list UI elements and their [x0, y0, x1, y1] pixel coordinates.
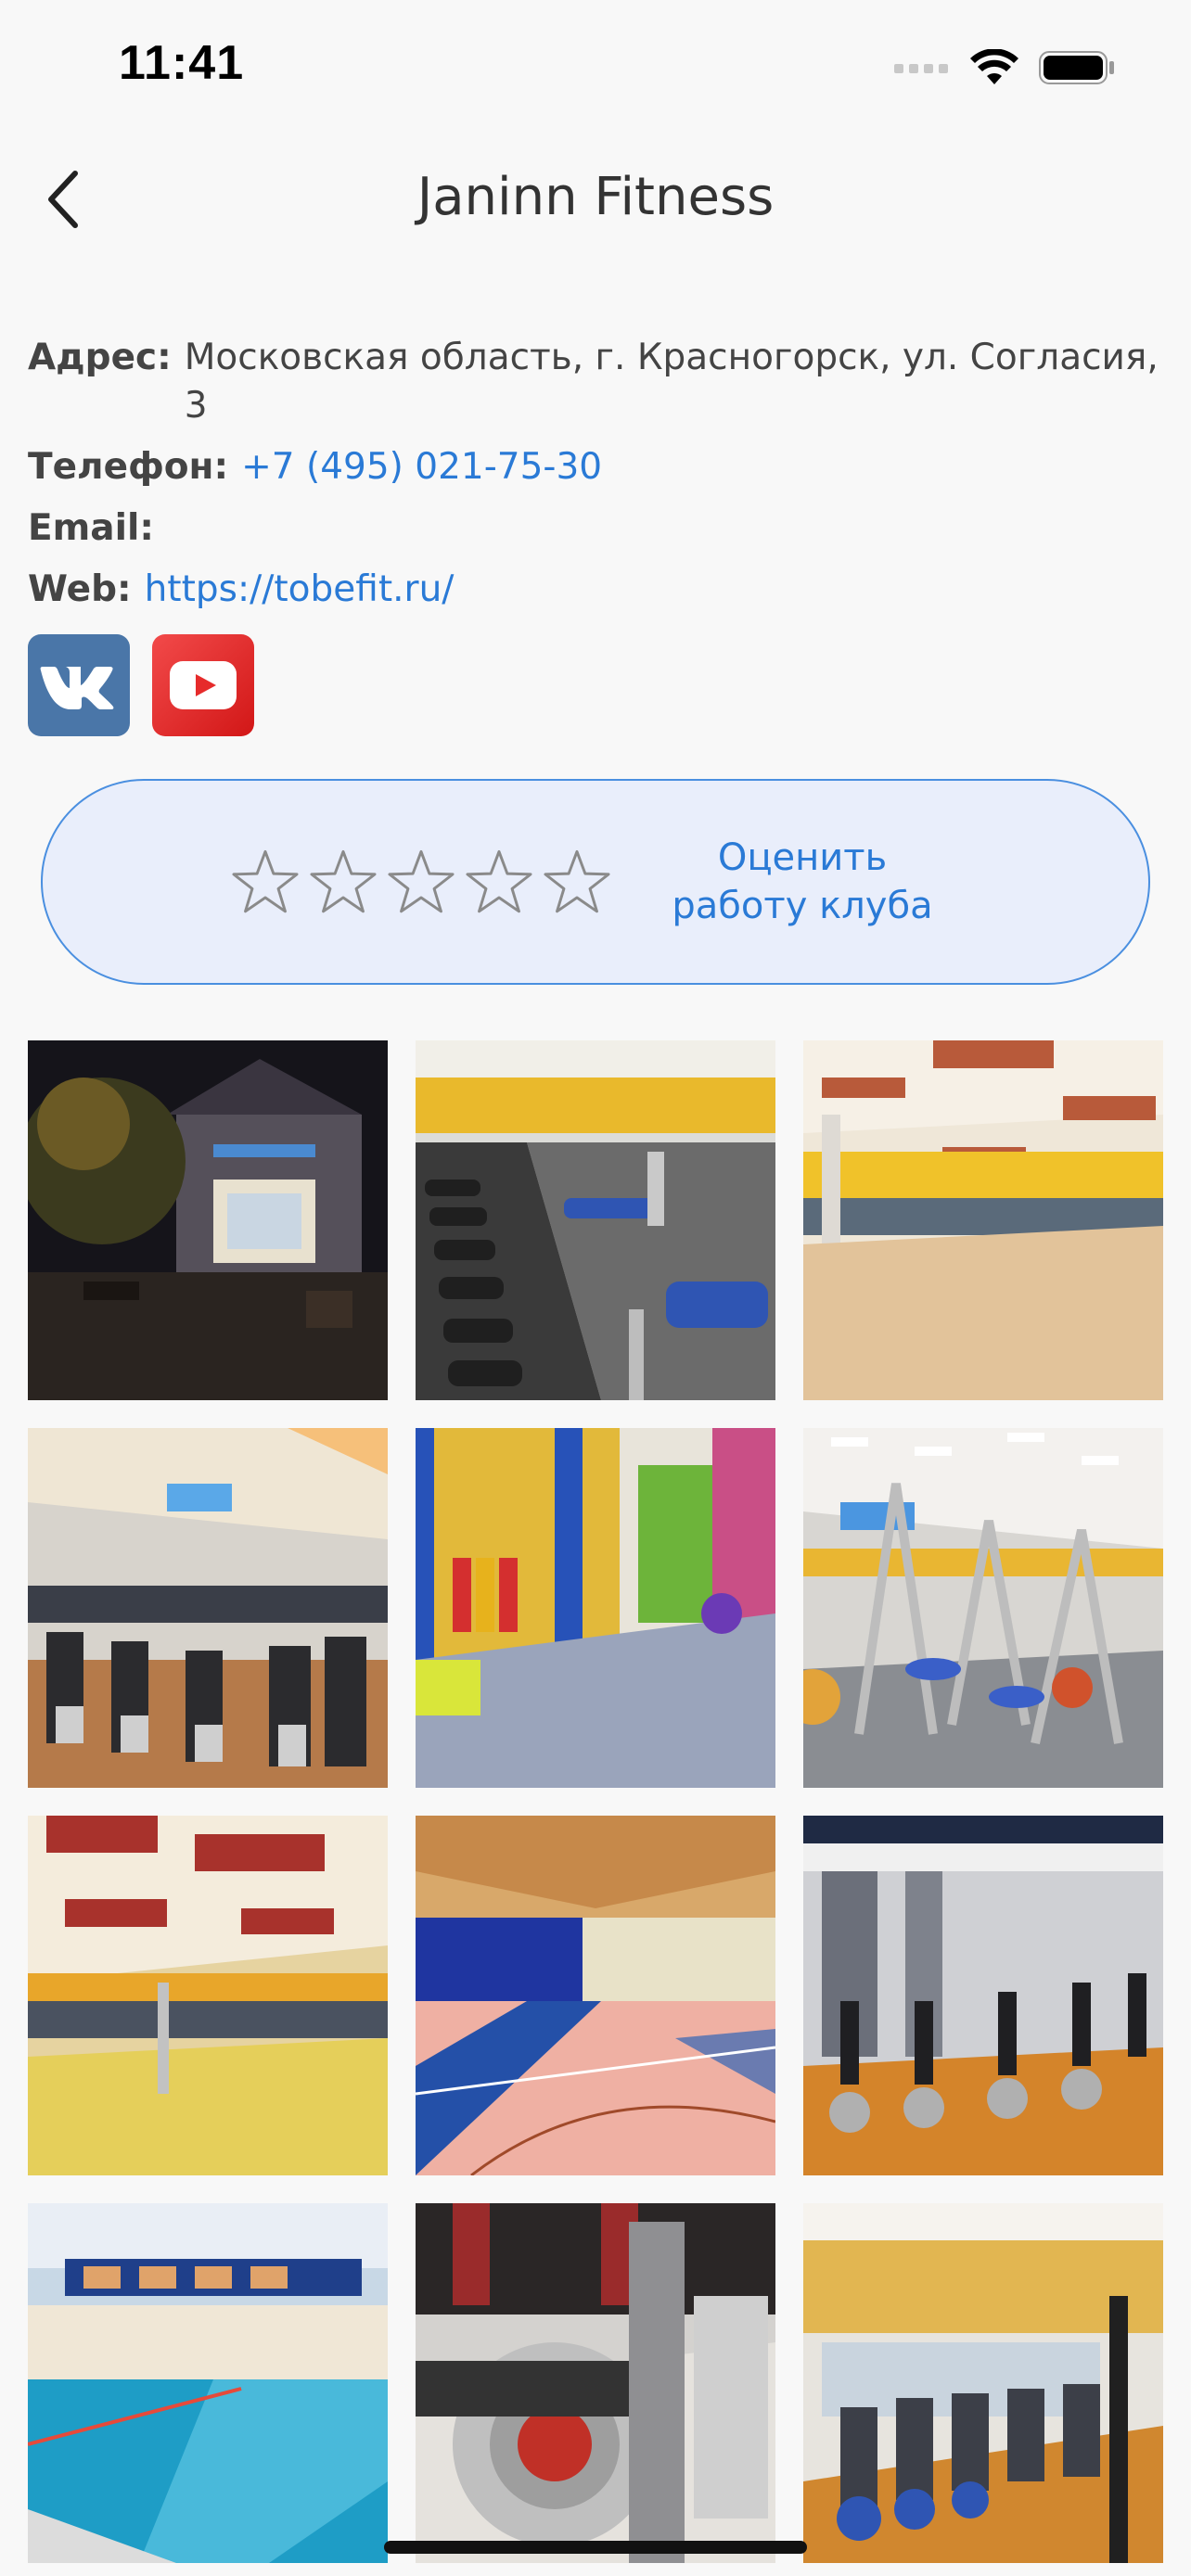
phone-link[interactable]: +7 (495) 021-75-30: [241, 443, 602, 491]
photo-swimming-pool[interactable]: [28, 2203, 388, 2563]
status-time: 11:41: [119, 36, 245, 90]
star-icon[interactable]: [543, 848, 611, 916]
address-value: Московская область, г. Красногорск, ул. …: [184, 337, 1159, 427]
photo-image: [416, 1428, 775, 1788]
email-row: Email:: [28, 504, 1178, 553]
social-links: [28, 634, 254, 736]
photo-image: [416, 2203, 775, 2563]
youtube-icon: [170, 661, 237, 709]
page-title: Janinn Fitness: [416, 167, 775, 227]
rate-club-label: Оценить работу клуба: [672, 836, 933, 927]
web-row: Web: https://tobefit.ru/: [28, 566, 1178, 614]
youtube-button[interactable]: [152, 634, 254, 736]
rate-club-button[interactable]: Оценить работу клуба: [41, 779, 1150, 985]
status-icons: [894, 45, 1115, 91]
nav-bar: Janinn Fitness: [0, 139, 1191, 260]
photo-image: [803, 1428, 1163, 1788]
photo-image: [803, 1040, 1163, 1400]
web-label: Web:: [28, 568, 132, 610]
email-label: Email:: [28, 507, 154, 549]
battery-icon: [1039, 51, 1114, 84]
photo-image: [28, 2203, 388, 2563]
photo-strength-machines-hall[interactable]: [803, 1428, 1163, 1788]
cellular-signal-icon: [894, 64, 948, 73]
photo-image: [416, 1816, 775, 2175]
photo-dumbbell-rack-room[interactable]: [416, 1040, 775, 1400]
wifi-icon: [970, 49, 1018, 84]
photo-image: [28, 1428, 388, 1788]
photo-spin-bike-closeup[interactable]: [416, 2203, 775, 2563]
photo-club-exterior-night[interactable]: [28, 1040, 388, 1400]
phone-label: Телефон:: [28, 446, 229, 488]
star-icon[interactable]: [231, 848, 300, 916]
club-info: Адрес: Московская область, г. Красногорс…: [28, 334, 1178, 627]
phone-row: Телефон: +7 (495) 021-75-30: [28, 443, 1178, 491]
status-bar: 11:41: [0, 0, 1191, 130]
photo-cardio-hall-mirrors[interactable]: [28, 1428, 388, 1788]
photo-image: [803, 2203, 1163, 2563]
photo-kids-playroom[interactable]: [416, 1428, 775, 1788]
vk-icon: [40, 667, 114, 709]
address-row: Адрес: Московская область, г. Красногорс…: [28, 334, 1178, 430]
web-link[interactable]: https://tobefit.ru/: [145, 566, 455, 614]
star-icon[interactable]: [387, 848, 455, 916]
photo-sports-court[interactable]: [416, 1816, 775, 2175]
photo-dance-hall[interactable]: [803, 1040, 1163, 1400]
rating-stars: [231, 848, 611, 916]
photo-image: [416, 1040, 775, 1400]
photo-image: [28, 1816, 388, 2175]
vk-button[interactable]: [28, 634, 130, 736]
star-icon[interactable]: [465, 848, 533, 916]
address-label: Адрес:: [28, 337, 172, 378]
photo-image: [803, 1816, 1163, 2175]
home-indicator: [384, 2541, 807, 2554]
photo-aerobics-studio[interactable]: [28, 1816, 388, 2175]
photo-gallery: [28, 1040, 1163, 2563]
star-icon[interactable]: [309, 848, 378, 916]
photo-treadmill-row[interactable]: [803, 2203, 1163, 2563]
photo-image: [28, 1040, 388, 1400]
photo-cycling-studio[interactable]: [803, 1816, 1163, 2175]
